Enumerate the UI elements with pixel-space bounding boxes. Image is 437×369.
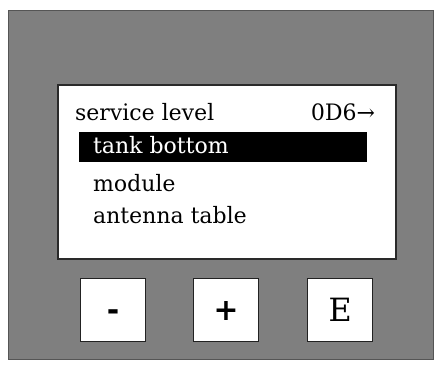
display-header: service level 0D6→ (75, 100, 375, 128)
lcd-display: service level 0D6→ tank bottom module an… (57, 84, 397, 260)
service-level-label: service level (75, 101, 215, 126)
menu-item-tank-bottom[interactable]: tank bottom (79, 132, 367, 162)
service-level-code: 0D6→ (310, 101, 375, 126)
device-panel: service level 0D6→ tank bottom module an… (8, 10, 434, 360)
plus-key-button[interactable]: + (193, 278, 259, 342)
enter-key-button[interactable]: E (307, 278, 373, 342)
menu-item-antenna-table[interactable]: antenna table (79, 202, 247, 232)
menu-item-module[interactable]: module (79, 170, 175, 200)
minus-key-button[interactable]: - (80, 278, 146, 342)
